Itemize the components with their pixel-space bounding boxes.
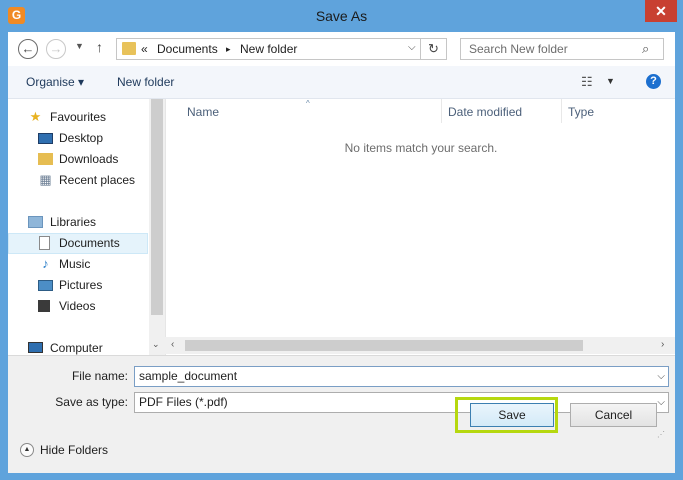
title-bar[interactable]: G Save As ✕ — [0, 0, 683, 32]
resize-grip-icon[interactable]: ⋰ — [657, 430, 665, 439]
sidebar-item-label: Favourites — [50, 110, 107, 124]
breadcrumb-documents[interactable]: Documents — [157, 42, 218, 56]
sidebar-item-desktop[interactable]: Desktop — [8, 128, 148, 149]
scrollbar-thumb[interactable] — [185, 340, 583, 351]
help-icon[interactable]: ? — [646, 74, 661, 89]
recent-places-icon: ▦ — [39, 172, 52, 187]
breadcrumb-new-folder[interactable]: New folder — [240, 42, 297, 56]
collapse-up-icon: ▲ — [20, 443, 34, 457]
computer-icon — [28, 342, 43, 353]
refresh-button[interactable]: ↻ — [421, 38, 447, 60]
sidebar-item-videos[interactable]: Videos — [8, 296, 148, 317]
sidebar-item-music[interactable]: ♪ Music — [8, 254, 148, 275]
back-button[interactable]: ← — [18, 39, 38, 59]
column-header-type[interactable]: Type — [568, 105, 594, 119]
chevron-down-icon[interactable]: ⌵ — [408, 42, 416, 53]
hide-folders-label: Hide Folders — [40, 443, 109, 457]
sidebar-item-pictures[interactable]: Pictures — [8, 275, 148, 296]
file-name-value: sample_document — [139, 369, 238, 383]
sidebar-item-favourites[interactable]: ★ Favourites — [8, 107, 148, 128]
sidebar-item-computer[interactable]: Computer — [8, 338, 148, 355]
view-options-icon[interactable]: ☷ — [581, 74, 593, 90]
scroll-right-icon[interactable]: › — [661, 339, 664, 350]
file-name-input[interactable]: sample_document ⌵ — [134, 366, 669, 387]
view-dropdown[interactable]: ▼ — [606, 76, 615, 86]
chevron-down-icon[interactable]: ⌵ — [657, 367, 665, 386]
navigation-pane: ★ Favourites Desktop Downloads ▦ Recent … — [8, 99, 148, 355]
search-input[interactable]: Search New folder — [460, 38, 664, 60]
address-bar[interactable]: « Documents ▸ New folder ⌵ — [116, 38, 421, 60]
sidebar-item-label: Libraries — [50, 215, 97, 229]
file-list[interactable]: ^ Name Date modified Type No items match… — [165, 99, 675, 355]
window-title: Save As — [315, 8, 368, 24]
chevron-down-icon[interactable]: ⌵ — [657, 393, 665, 412]
file-name-label: File name: — [71, 369, 128, 383]
breadcrumb-separator[interactable]: ▸ — [226, 44, 231, 55]
star-icon: ★ — [29, 109, 42, 124]
sidebar-item-label: Documents — [59, 236, 120, 250]
navigation-pane-scrollbar[interactable]: ⌄ — [149, 99, 165, 355]
sidebar-item-label: Recent places — [59, 173, 136, 187]
libraries-icon — [28, 216, 43, 228]
videos-icon — [38, 300, 50, 312]
save-as-dialog: G Save As ✕ ← → ▼ ↑ « Documents ▸ New fo… — [0, 0, 683, 480]
pictures-icon — [38, 280, 53, 291]
forward-button[interactable]: → — [46, 39, 66, 59]
sidebar-item-label: Computer — [50, 341, 103, 355]
command-bar: Organise ▾ New folder ☷ ▼ ? — [8, 66, 675, 99]
column-divider[interactable] — [561, 99, 562, 123]
save-button[interactable]: Save — [470, 403, 554, 427]
sidebar-item-label: Music — [59, 257, 91, 271]
recent-locations-dropdown[interactable]: ▼ — [75, 41, 84, 51]
save-as-type-label: Save as type: — [55, 395, 128, 409]
empty-folder-message: No items match your search. — [344, 141, 498, 155]
file-list-horizontal-scrollbar[interactable]: ‹ › — [165, 337, 675, 354]
folder-icon — [122, 42, 136, 55]
up-button[interactable]: ↑ — [96, 39, 103, 55]
sidebar-item-documents[interactable]: Documents — [8, 233, 148, 254]
sidebar-item-label: Videos — [59, 299, 96, 313]
documents-icon — [39, 236, 50, 250]
cancel-button-label: Cancel — [594, 408, 633, 422]
address-overflow[interactable]: « — [141, 42, 148, 56]
new-folder-button[interactable]: New folder — [117, 75, 174, 89]
navigation-bar: ← → ▼ ↑ « Documents ▸ New folder ⌵ ↻ Sea… — [8, 32, 675, 66]
scroll-down-icon[interactable]: ⌄ — [152, 339, 160, 350]
sidebar-item-downloads[interactable]: Downloads — [8, 149, 148, 170]
column-header-date-modified[interactable]: Date modified — [448, 105, 522, 119]
scrollbar-thumb[interactable] — [151, 99, 163, 315]
cancel-button[interactable]: Cancel — [570, 403, 657, 427]
desktop-icon — [38, 133, 53, 144]
downloads-icon — [38, 153, 53, 165]
search-icon[interactable]: ⌕ — [642, 41, 649, 57]
sort-ascending-icon: ^ — [306, 99, 310, 108]
save-as-type-value: PDF Files (*.pdf) — [139, 395, 228, 409]
sidebar-item-label: Desktop — [59, 131, 104, 145]
organise-menu[interactable]: Organise ▾ — [26, 75, 84, 89]
sidebar-item-label: Pictures — [59, 278, 103, 292]
save-button-label: Save — [498, 408, 526, 422]
music-icon: ♪ — [42, 256, 49, 271]
sidebar-item-label: Downloads — [59, 152, 119, 166]
column-header-name[interactable]: Name — [187, 105, 219, 119]
sidebar-item-recent-places[interactable]: ▦ Recent places — [8, 170, 148, 191]
column-divider[interactable] — [441, 99, 442, 123]
scroll-left-icon[interactable]: ‹ — [171, 339, 174, 350]
close-button[interactable]: ✕ — [645, 0, 677, 22]
sidebar-item-libraries[interactable]: Libraries — [8, 212, 148, 233]
